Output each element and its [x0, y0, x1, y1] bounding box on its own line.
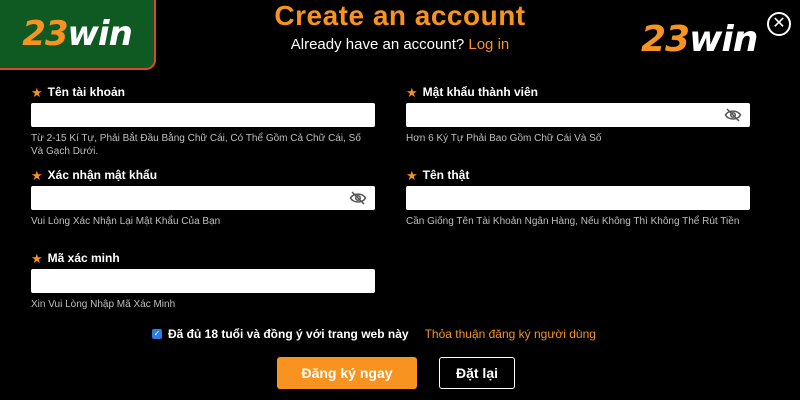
agreement-row: ✓ Đã đủ 18 tuổi và đồng ý với trang web …: [152, 327, 596, 341]
verification-code-field-group: ★ Mã xác minh Xin Vui Lòng Nhập Mã Xác M…: [31, 250, 375, 311]
password-hint: Hơn 6 Ký Tự Phải Bao Gồm Chữ Cái Và Số: [406, 133, 602, 144]
verification-code-label-row: ★ Mã xác minh: [31, 250, 375, 266]
verification-code-label: Mã xác minh: [47, 251, 120, 265]
terms-link[interactable]: Thỏa thuận đăng ký người dùng: [425, 327, 596, 341]
eye-slash-icon[interactable]: [349, 190, 367, 206]
real-name-label: Tên thật: [422, 168, 470, 182]
real-name-hint: Cần Giống Tên Tài Khoản Ngân Hàng, Nếu K…: [406, 216, 740, 227]
page-title: Create an account: [274, 0, 526, 31]
star-icon: ★: [31, 167, 43, 183]
reset-button[interactable]: Đặt lại: [439, 357, 515, 389]
star-icon: ★: [406, 167, 418, 183]
username-input[interactable]: [31, 103, 375, 127]
eye-slash-icon[interactable]: [724, 107, 742, 123]
verification-code-hint: Xin Vui Lòng Nhập Mã Xác Minh: [31, 299, 176, 310]
verification-code-input[interactable]: [31, 269, 375, 293]
username-hint: Từ 2-15 Kí Tự, Phải Bắt Đầu Bằng Chữ Cái…: [31, 133, 361, 157]
agreement-text: Đã đủ 18 tuổi và đồng ý với trang web nà…: [168, 327, 409, 341]
confirm-password-label: Xác nhận mật khẩu: [47, 168, 158, 182]
password-field-group: ★ Mật khẩu thành viên Hơn 6 Ký Tự Phải B…: [406, 84, 750, 145]
login-prompt-text: Already have an account?: [290, 36, 465, 53]
login-link[interactable]: Log in: [468, 36, 509, 53]
password-label-row: ★ Mật khẩu thành viên: [406, 84, 750, 100]
real-name-label-row: ★ Tên thật: [406, 167, 750, 183]
check-icon: ✓: [153, 329, 161, 338]
confirm-password-hint: Vui Lòng Xác Nhận Lại Mật Khẩu Của Bạn: [31, 216, 221, 227]
username-label-row: ★ Tên tài khoản: [31, 84, 375, 100]
password-input[interactable]: [406, 103, 750, 127]
username-field-group: ★ Tên tài khoản Từ 2-15 Kí Tự, Phải Bắt …: [31, 84, 375, 158]
password-label: Mật khẩu thành viên: [422, 85, 539, 99]
confirm-password-label-row: ★ Xác nhận mật khẩu: [31, 167, 375, 183]
star-icon: ★: [31, 84, 43, 100]
real-name-field-group: ★ Tên thật Cần Giống Tên Tài Khoản Ngân …: [406, 167, 750, 228]
star-icon: ★: [406, 84, 418, 100]
username-label: Tên tài khoản: [47, 85, 125, 99]
agreement-checkbox[interactable]: ✓: [152, 329, 162, 339]
confirm-password-input[interactable]: [31, 186, 375, 210]
real-name-input[interactable]: [406, 186, 750, 210]
star-icon: ★: [31, 250, 43, 266]
register-button[interactable]: Đăng ký ngay: [277, 357, 417, 389]
login-prompt: Already have an account? Log in: [0, 36, 800, 53]
confirm-password-field-group: ★ Xác nhận mật khẩu Vui Lòng Xác Nhận Lạ…: [31, 167, 375, 228]
